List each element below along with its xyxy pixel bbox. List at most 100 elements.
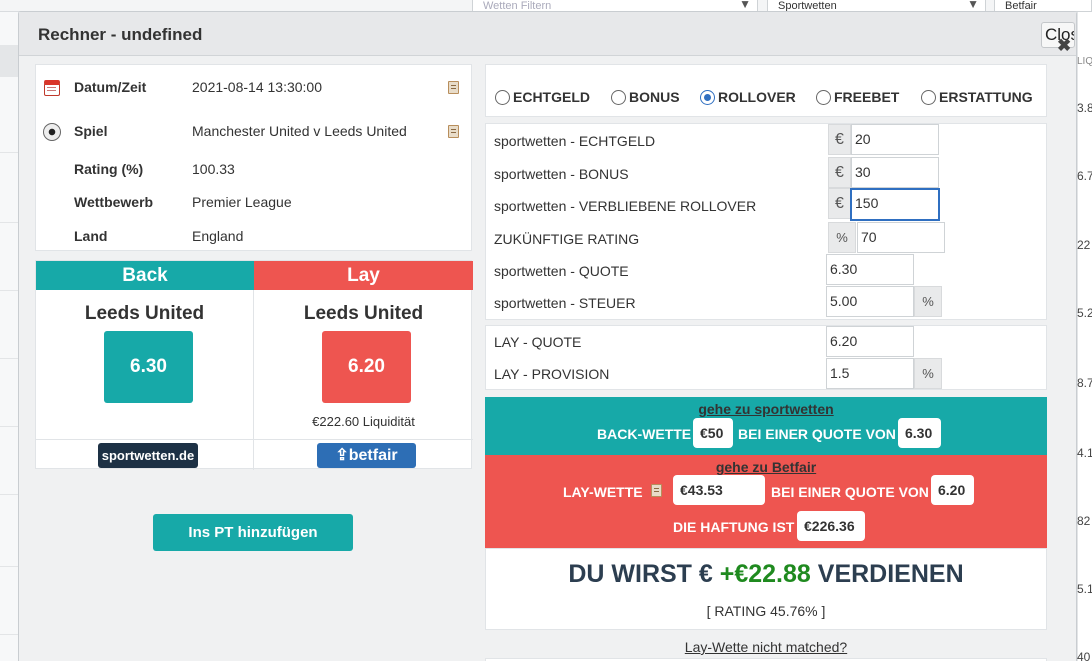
liability-label: DIE HAFTUNG IST xyxy=(673,519,795,535)
lay-team: Leeds United xyxy=(303,303,424,324)
back-odds-box[interactable]: 6.30 xyxy=(104,331,193,403)
back-odds-value[interactable]: 6.30 xyxy=(898,418,941,448)
profit-suffix: VERDIENEN xyxy=(817,560,964,588)
lay-odds-box[interactable]: 6.20 xyxy=(322,331,411,403)
competition-row: Wettbewerb Premier League xyxy=(36,194,471,216)
at-odds-label: BEI EINER QUOTE VON xyxy=(738,426,896,442)
euro-addon: € xyxy=(828,157,851,188)
future-rating-input[interactable]: 70 xyxy=(857,222,945,253)
add-to-pt-button[interactable]: Ins PT hinzufügen xyxy=(153,514,353,551)
radio-echtgeld[interactable]: ECHTGELD xyxy=(495,89,590,109)
liquidity-value: 5.2 xyxy=(1077,306,1092,320)
tax-label: sportwetten - STEUER xyxy=(494,295,636,311)
calculator-modal: Rechner - undefined Close ✖ Datum/Zeit 2… xyxy=(18,11,1077,661)
liquidity-value: 5.1 xyxy=(1077,582,1092,596)
radio-button[interactable] xyxy=(921,89,936,105)
lay-odds-value[interactable]: 6.20 xyxy=(931,475,974,505)
liquidity-column-header: LIQUI xyxy=(1077,56,1092,67)
lay-stake-value[interactable]: €43.53 xyxy=(673,475,765,505)
radio-button[interactable] xyxy=(611,89,626,105)
liability-value[interactable]: €226.36 xyxy=(797,511,865,541)
back-bet-label: BACK-WETTE xyxy=(597,426,692,442)
betfair-arrow-icon: ⇪ xyxy=(335,447,349,464)
date-label: Datum/Zeit xyxy=(74,79,147,95)
at-odds-label: BEI EINER QUOTE VON xyxy=(771,484,929,500)
close-icon[interactable]: ✖ xyxy=(1057,36,1071,56)
radio-button[interactable] xyxy=(495,89,510,105)
chevron-down-icon: ▼ xyxy=(739,0,751,11)
competition-value: Premier League xyxy=(192,194,292,210)
liquidity-value: 22 xyxy=(1077,238,1091,252)
odds-input[interactable]: 6.30 xyxy=(826,254,914,285)
liquidity-value: 8.7 xyxy=(1077,376,1092,390)
modal-title: Rechner - undefined xyxy=(38,25,203,44)
bonus-label: sportwetten - BONUS xyxy=(494,166,629,182)
radio-label: BONUS xyxy=(629,89,680,105)
commission-input[interactable]: 1.5 xyxy=(826,358,914,389)
lay-odds-input[interactable]: 6.20 xyxy=(826,326,914,357)
rollover-label: sportwetten - VERBLIEBENE ROLLOVER xyxy=(494,198,757,214)
exchange-name: betfair xyxy=(348,447,398,464)
country-label: Land xyxy=(74,228,108,244)
radio-label: ROLLOVER xyxy=(718,89,796,105)
divider xyxy=(0,566,18,567)
radio-freebet[interactable]: FREEBET xyxy=(816,89,899,109)
profit-amount: +€22.88 xyxy=(719,560,811,588)
football-icon xyxy=(43,123,61,141)
competition-label: Wettbewerb xyxy=(74,194,154,210)
profit-result-panel: DU WIRST € +€22.88 VERDIENEN [ RATING 45… xyxy=(485,548,1047,630)
liquidity-value: 3.8 xyxy=(1077,101,1092,115)
date-value: 2021-08-14 13:30:00 xyxy=(192,79,322,95)
background-left-header xyxy=(0,45,18,77)
tax-input[interactable]: 5.00 xyxy=(826,286,914,317)
divider xyxy=(0,290,18,291)
divider xyxy=(0,222,18,223)
radio-button[interactable] xyxy=(816,89,831,105)
radio-button-selected[interactable] xyxy=(700,89,715,105)
divider xyxy=(36,439,473,440)
rating-label: Rating (%) xyxy=(74,161,144,177)
bookmaker-form-panel: sportwetten - ECHTGELD € 20 sportwetten … xyxy=(485,123,1047,320)
percent-addon: % xyxy=(914,286,942,317)
euro-addon: € xyxy=(828,124,851,155)
back-team: Leeds United xyxy=(84,303,205,324)
commission-label: LAY - PROVISION xyxy=(494,366,610,382)
copy-icon[interactable] xyxy=(651,484,662,497)
real-money-input[interactable]: 20 xyxy=(851,124,939,155)
game-row: Spiel Manchester United v Leeds United xyxy=(36,123,471,145)
rollover-input[interactable]: 150 xyxy=(850,188,940,221)
copy-icon[interactable] xyxy=(448,125,459,138)
lay-bet-label: LAY-WETTE xyxy=(563,484,643,500)
rating-value: 100.33 xyxy=(192,161,235,177)
lay-not-matched-link[interactable]: Lay-Wette nicht matched? xyxy=(485,639,1047,655)
back-instruction-band: gehe zu sportwetten BACK-WETTE €50 BEI E… xyxy=(485,397,1047,455)
radio-rollover[interactable]: ROLLOVER xyxy=(700,89,796,109)
lay-header: Lay xyxy=(254,261,473,290)
bonus-input[interactable]: 30 xyxy=(851,157,939,188)
game-value: Manchester United v Leeds United xyxy=(192,123,407,139)
radio-bonus[interactable]: BONUS xyxy=(611,89,680,109)
liquidity-value: 6.7 xyxy=(1077,169,1092,183)
go-to-sportwetten-link[interactable]: gehe zu sportwetten xyxy=(485,401,1047,417)
copy-icon[interactable] xyxy=(448,81,459,94)
divider xyxy=(0,426,18,427)
lay-odds-label: LAY - QUOTE xyxy=(494,334,582,350)
profit-prefix: DU WIRST € xyxy=(568,560,713,588)
go-to-betfair-link[interactable]: gehe zu Betfair xyxy=(485,459,1047,475)
back-lay-panel: Back Leeds United 6.30 sportwetten.de La… xyxy=(35,260,473,470)
bookmaker-name: sportwetten.de xyxy=(101,448,195,463)
rating-row: Rating (%) 100.33 xyxy=(36,161,471,183)
back-header: Back xyxy=(36,261,254,290)
real-money-label: sportwetten - ECHTGELD xyxy=(494,133,656,149)
radio-erstattung[interactable]: ERSTATTUNG xyxy=(921,89,1033,109)
back-stake-value[interactable]: €50 xyxy=(693,418,733,448)
background-left-column xyxy=(0,12,18,661)
date-row: Datum/Zeit 2021-08-14 13:30:00 xyxy=(36,79,471,101)
betfair-logo[interactable]: ⇪betfair xyxy=(317,443,416,468)
percent-addon: % xyxy=(828,222,856,253)
sportwetten-logo[interactable]: sportwetten.de xyxy=(98,443,198,468)
divider xyxy=(0,494,18,495)
odds-label: sportwetten - QUOTE xyxy=(494,263,629,279)
lay-form-panel: LAY - QUOTE 6.20 LAY - PROVISION 1.5 % xyxy=(485,325,1047,390)
chevron-down-icon: ▼ xyxy=(967,0,979,11)
